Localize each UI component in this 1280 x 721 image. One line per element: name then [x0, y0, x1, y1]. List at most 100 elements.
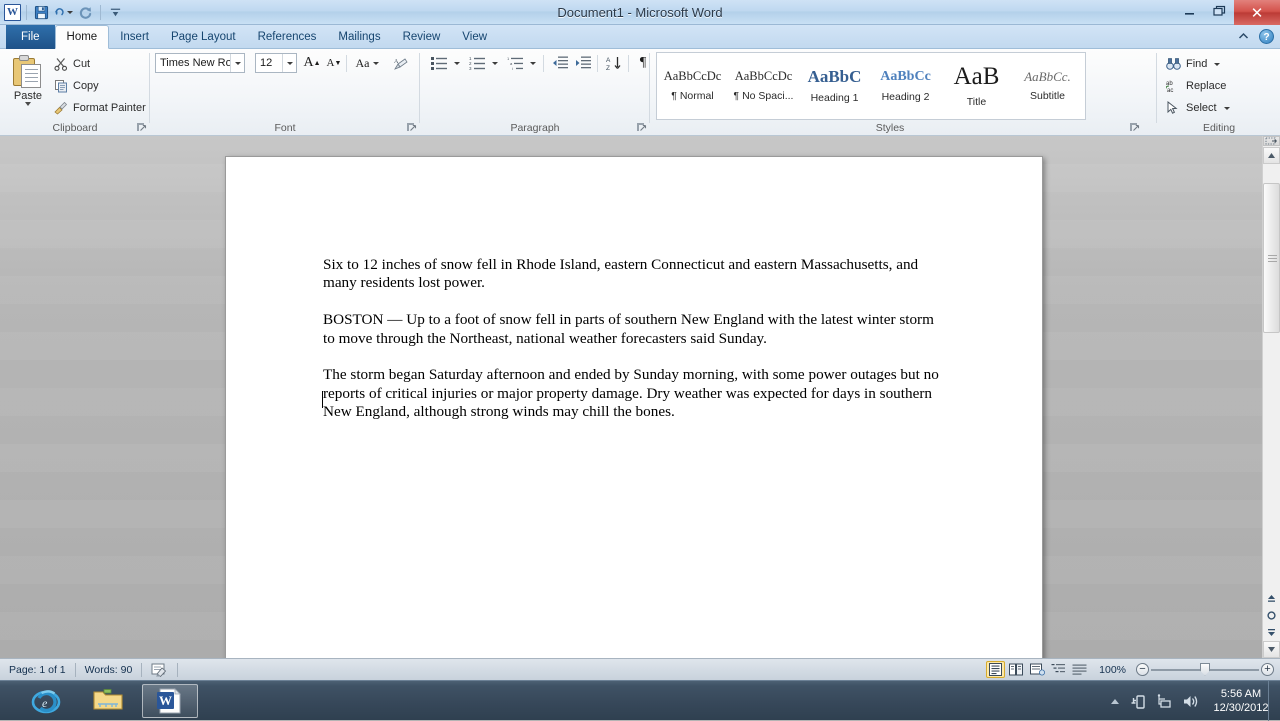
zoom-level-label[interactable]: 100% — [1091, 664, 1134, 676]
sort-button[interactable]: A Z — [603, 53, 625, 73]
restore-button[interactable] — [1205, 0, 1234, 21]
clipboard-dialog-launcher[interactable] — [136, 122, 147, 133]
paintbrush-icon — [54, 101, 68, 115]
tab-page-layout[interactable]: Page Layout — [160, 26, 247, 49]
taskbar-microsoft-word[interactable]: W — [142, 684, 198, 718]
zoom-in-button[interactable]: + — [1261, 663, 1274, 676]
font-size-chevron-down-icon[interactable] — [282, 54, 296, 72]
help-icon[interactable]: ? — [1258, 28, 1275, 45]
font-name-input[interactable]: Times New Rom — [155, 53, 245, 73]
style-heading-1-preview: AaBbC — [807, 67, 862, 86]
tab-references[interactable]: References — [247, 26, 328, 49]
taskbar-windows-explorer[interactable] — [80, 684, 136, 718]
svg-text:3: 3 — [469, 66, 472, 70]
proofing-errors-icon[interactable] — [142, 659, 177, 681]
page-number-status[interactable]: Page: 1 of 1 — [0, 659, 75, 681]
font-group-label: Font — [274, 122, 296, 134]
tab-home[interactable]: Home — [54, 25, 110, 49]
close-button[interactable]: ✕ — [1234, 0, 1280, 25]
svg-text:W: W — [159, 693, 172, 708]
scroll-up-button[interactable] — [1263, 147, 1280, 164]
font-dialog-launcher[interactable] — [406, 122, 417, 133]
tab-mailings[interactable]: Mailings — [327, 26, 391, 49]
multilevel-list-button[interactable]: 1 a i — [504, 53, 526, 73]
print-layout-view-button[interactable] — [986, 661, 1006, 678]
view-controls: 100% − + — [986, 661, 1280, 678]
style-no-spacing[interactable]: AaBbCcDc ¶ No Spaci... — [728, 53, 799, 119]
show-desktop-button[interactable] — [1268, 681, 1274, 721]
font-size-input[interactable]: 12 — [255, 53, 297, 73]
style-heading-1[interactable]: AaBbC Heading 1 — [799, 53, 870, 119]
styles-dialog-launcher[interactable] — [1129, 122, 1140, 133]
find-button[interactable]: Find — [1164, 54, 1224, 74]
numbering-chevron-down-icon[interactable] — [489, 53, 501, 73]
document-paragraph-2: BOSTON — Up to a foot of snow fell in pa… — [323, 311, 934, 347]
ribbon-tabs: File Home Insert Page Layout References … — [6, 25, 498, 49]
document-canvas[interactable]: Six to 12 inches of snow fell in Rhode I… — [0, 136, 1262, 658]
network-icon[interactable] — [1156, 693, 1173, 710]
zoom-out-button[interactable]: − — [1136, 663, 1149, 676]
grow-font-button[interactable]: A ▲ — [302, 53, 322, 73]
style-normal[interactable]: AaBbCcDc ¶ Normal — [657, 53, 728, 119]
folder-icon — [93, 689, 123, 710]
svg-text:e: e — [42, 696, 48, 710]
numbering-button[interactable]: 1 2 3 — [466, 53, 488, 73]
document-body-text[interactable]: Six to 12 inches of snow fell in Rhode I… — [323, 256, 941, 440]
bullets-button[interactable] — [428, 53, 450, 73]
web-layout-view-button[interactable] — [1028, 661, 1047, 678]
draft-view-button[interactable] — [1070, 661, 1089, 678]
word-count-status[interactable]: Words: 90 — [76, 659, 142, 681]
tab-file[interactable]: File — [6, 25, 55, 49]
scrollbar-thumb[interactable] — [1263, 183, 1280, 333]
paste-button[interactable]: Paste — [5, 52, 51, 120]
style-title[interactable]: AaB Title — [941, 53, 1012, 119]
zoom-slider[interactable] — [1151, 662, 1259, 677]
cut-button[interactable]: Cut — [52, 54, 94, 74]
tab-insert[interactable]: Insert — [109, 26, 160, 49]
select-browse-object-button[interactable] — [1263, 607, 1280, 624]
style-heading-2[interactable]: AaBbCc Heading 2 — [870, 53, 941, 119]
multilevel-chevron-down-icon[interactable] — [527, 53, 539, 73]
volume-icon[interactable] — [1182, 694, 1199, 709]
replace-button[interactable]: ab ac Replace — [1164, 76, 1230, 96]
show-hidden-icons-button[interactable] — [1109, 696, 1121, 706]
ribbon-group-styles: AaBbCcDc ¶ Normal AaBbCcDc ¶ No Spaci...… — [650, 49, 1160, 136]
bullets-chevron-down-icon[interactable] — [451, 53, 463, 73]
change-case-button[interactable]: Aa — [352, 53, 382, 73]
editing-group-label: Editing — [1202, 122, 1236, 134]
taskbar-clock[interactable]: 5:56 AM 12/30/2012 — [1208, 687, 1274, 715]
decrease-indent-button[interactable] — [549, 53, 571, 73]
tab-review[interactable]: Review — [392, 26, 452, 49]
taskbar-internet-explorer[interactable]: e — [18, 684, 74, 718]
status-bar: Page: 1 of 1 Words: 90 100% − + — [0, 658, 1280, 680]
font-name-chevron-down-icon[interactable] — [230, 54, 244, 72]
paste-chevron-down-icon[interactable] — [25, 102, 31, 106]
document-paragraph-1: Six to 12 inches of snow fell in Rhode I… — [323, 256, 919, 292]
style-normal-preview: AaBbCcDc — [663, 69, 722, 84]
zoom-slider-thumb[interactable] — [1200, 662, 1210, 676]
copy-button[interactable]: Copy — [52, 76, 103, 96]
removable-media-icon[interactable] — [1130, 693, 1147, 710]
title-bar: W Document1 - Microsoft Word ✕ — [0, 0, 1280, 25]
scroll-down-button[interactable] — [1263, 641, 1280, 658]
style-subtitle[interactable]: AaBbCc. Subtitle — [1012, 53, 1083, 119]
shrink-font-button[interactable]: A ▼ — [324, 53, 344, 73]
select-button[interactable]: Select — [1164, 98, 1234, 118]
minimize-ribbon-icon[interactable] — [1235, 28, 1252, 45]
full-screen-reading-view-button[interactable] — [1007, 661, 1026, 678]
document-page[interactable]: Six to 12 inches of snow fell in Rhode I… — [225, 156, 1043, 658]
svg-text:ac: ac — [1167, 88, 1173, 93]
browse-next-button[interactable] — [1263, 624, 1280, 641]
tab-view[interactable]: View — [451, 26, 498, 49]
split-window-handle[interactable] — [1263, 136, 1280, 146]
vertical-scrollbar[interactable] — [1262, 136, 1280, 658]
format-painter-button[interactable]: Format Painter — [52, 98, 150, 118]
outline-view-button[interactable] — [1049, 661, 1068, 678]
clear-formatting-button[interactable]: A — [390, 53, 412, 73]
paste-label: Paste — [13, 90, 43, 102]
increase-indent-button[interactable] — [572, 53, 594, 73]
font-name-value: Times New Rom — [160, 57, 230, 69]
browse-previous-button[interactable] — [1263, 590, 1280, 607]
minimize-button[interactable] — [1175, 0, 1205, 21]
paragraph-dialog-launcher[interactable] — [636, 122, 647, 133]
